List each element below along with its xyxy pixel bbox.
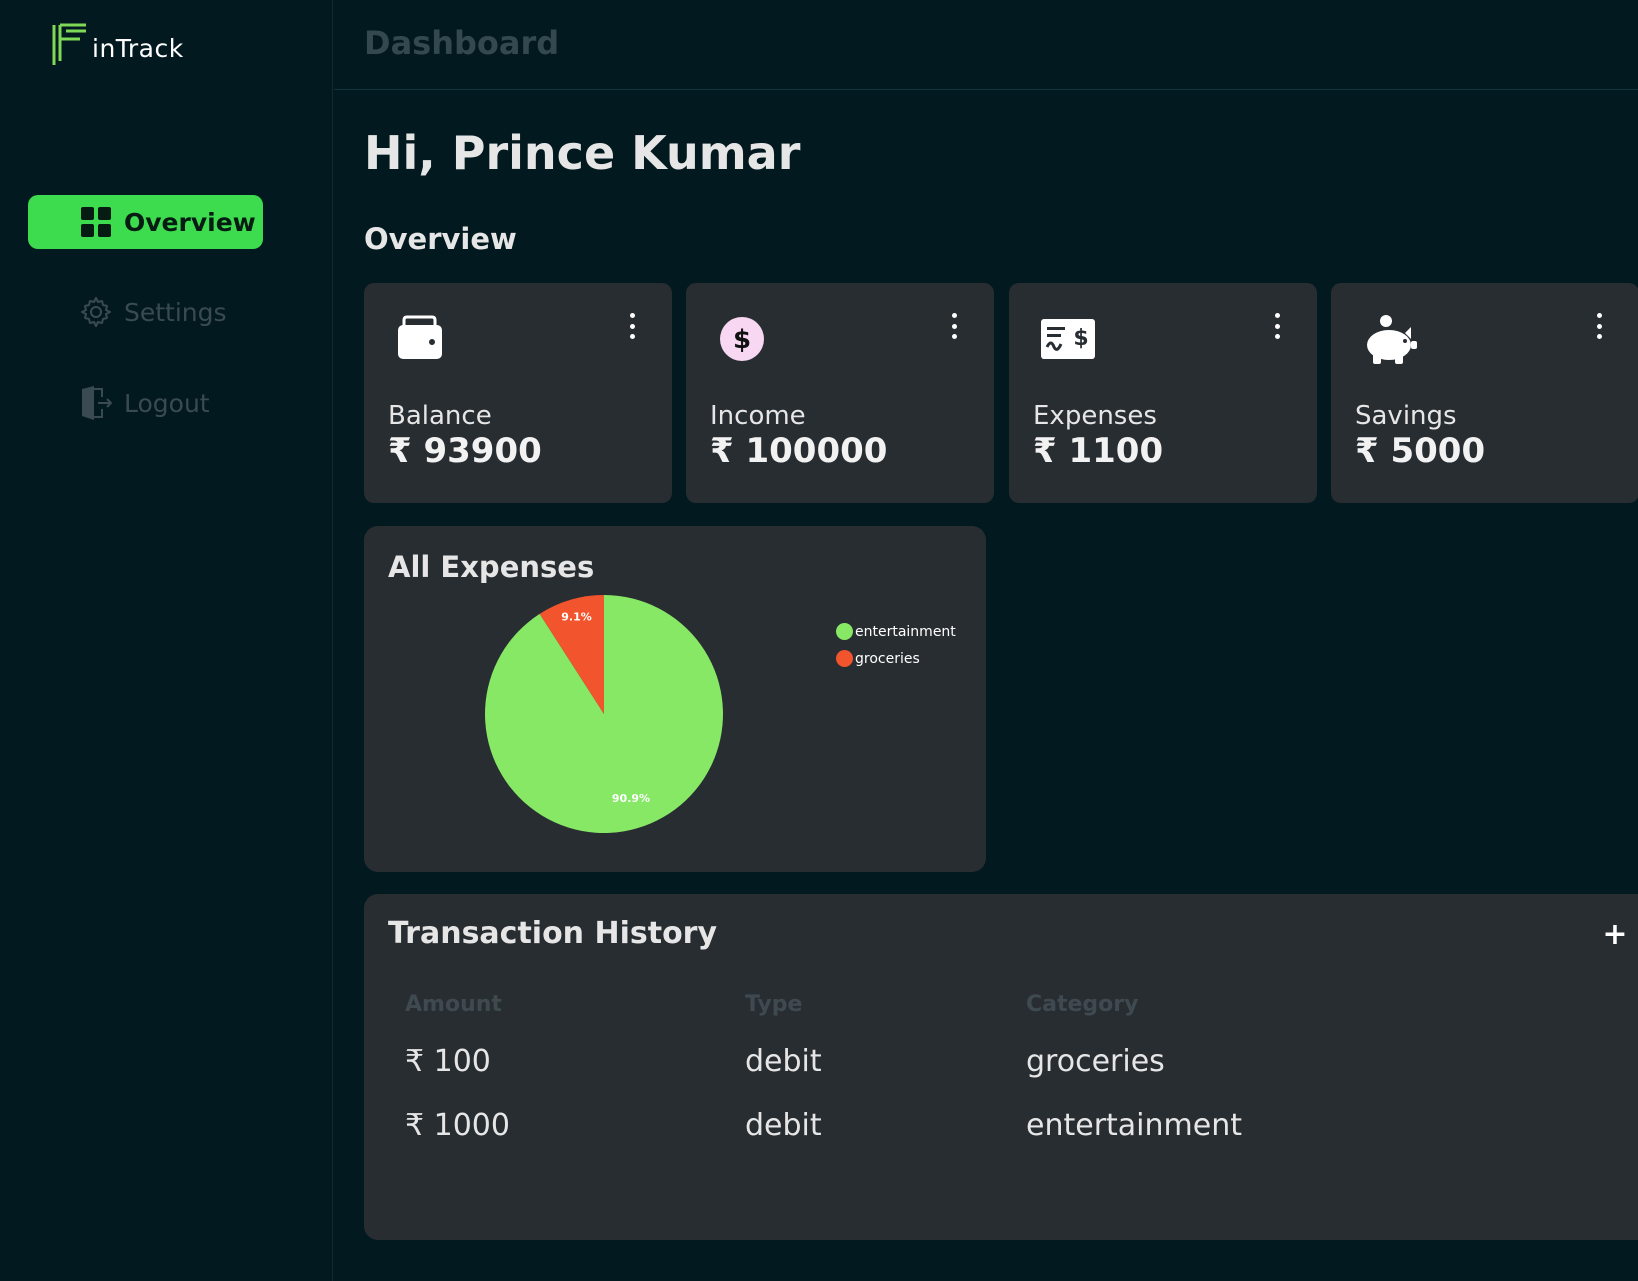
card-menu-button[interactable] [626, 313, 638, 339]
cheque-icon: $ [1041, 319, 1095, 359]
overview-heading: Overview [364, 222, 517, 256]
chart-legend: entertainment groceries [836, 618, 956, 672]
logout-door-icon [82, 386, 112, 420]
wallet-icon [398, 315, 442, 359]
card-menu-button[interactable] [1271, 313, 1283, 339]
logo-mark-icon [52, 23, 86, 65]
legend-label: entertainment [855, 623, 956, 640]
sidebar-item-label: Overview [124, 207, 256, 237]
add-transaction-button[interactable]: + [1600, 920, 1630, 950]
legend-item-entertainment[interactable]: entertainment [836, 618, 956, 645]
all-expenses-panel: All Expenses 90.9% 9.1% entertainment groc… [364, 526, 986, 872]
card-label: Savings [1355, 401, 1457, 431]
sidebar-item-label: Logout [124, 388, 210, 418]
card-value: ₹ 93900 [388, 431, 542, 471]
column-header-type: Type [745, 992, 803, 1017]
card-value: ₹ 100000 [710, 431, 888, 471]
cell-amount: ₹ 1000 [405, 1108, 510, 1143]
cell-category: entertainment [1026, 1108, 1242, 1143]
dollar-coin-icon: $ [720, 317, 764, 361]
cell-type: debit [745, 1108, 822, 1143]
column-header-category: Category [1026, 992, 1139, 1017]
legend-swatch [836, 623, 853, 640]
app-logo[interactable]: inTrack [50, 22, 184, 68]
legend-swatch [836, 650, 853, 667]
transaction-history-title: Transaction History [388, 916, 718, 951]
card-label: Expenses [1033, 401, 1157, 431]
sidebar-item-overview[interactable]: Overview [28, 195, 263, 249]
logo-text: inTrack [92, 33, 184, 63]
cell-amount: ₹ 100 [405, 1044, 491, 1079]
svg-text:$: $ [733, 325, 751, 355]
card-menu-button[interactable] [1593, 313, 1605, 339]
savings-card: Savings ₹ 5000 [1331, 283, 1638, 503]
cell-category: groceries [1026, 1044, 1165, 1079]
piggy-bank-icon [1367, 315, 1417, 364]
expenses-pie-chart: 90.9% 9.1% [485, 595, 723, 833]
income-card: $ Income ₹ 100000 [686, 283, 994, 503]
card-value: ₹ 1100 [1033, 431, 1164, 471]
greeting: Hi, Prince Kumar [364, 126, 801, 180]
sidebar-item-label: Settings [124, 297, 227, 327]
pie-label-groceries: 9.1% [561, 610, 592, 623]
balance-card: Balance ₹ 93900 [364, 283, 672, 503]
pie-label-entertainment: 90.9% [612, 792, 650, 805]
sidebar-item-logout[interactable]: Logout [28, 376, 263, 430]
card-label: Balance [388, 401, 492, 431]
legend-item-groceries[interactable]: groceries [836, 645, 956, 672]
page-title: Dashboard [364, 24, 560, 62]
top-bar: Dashboard [334, 0, 1638, 90]
sidebar-item-settings[interactable]: Settings [28, 285, 263, 339]
expenses-card: $ Expenses ₹ 1100 [1009, 283, 1317, 503]
grid-icon [81, 207, 111, 237]
card-label: Income [710, 401, 806, 431]
card-value: ₹ 5000 [1355, 431, 1486, 471]
gear-icon [81, 297, 111, 327]
svg-text:$: $ [1073, 326, 1088, 351]
column-header-amount: Amount [405, 992, 502, 1017]
transaction-history-panel: Transaction History + Amount Type Catego… [364, 894, 1638, 1240]
legend-label: groceries [855, 650, 920, 667]
sidebar: inTrack Overview Settings Logout [0, 0, 333, 1281]
cell-type: debit [745, 1044, 822, 1079]
card-menu-button[interactable] [948, 313, 960, 339]
